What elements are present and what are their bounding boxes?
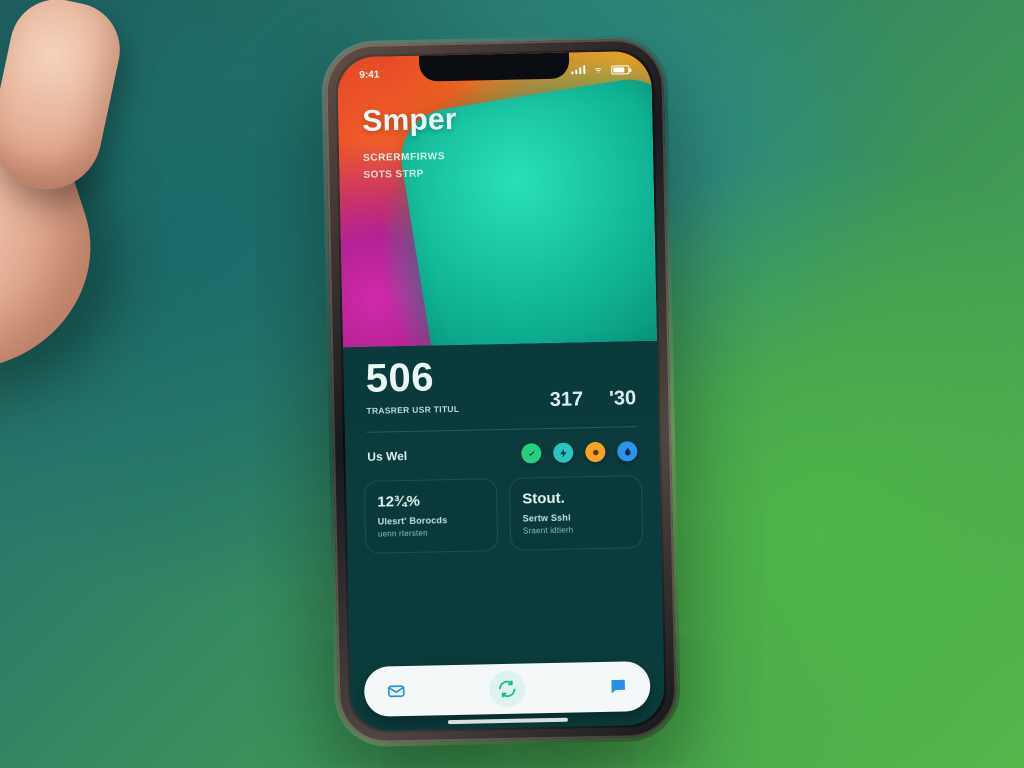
card-value: Stout. [522,488,629,507]
bottom-nav [364,661,651,717]
refresh-icon [496,678,518,700]
divider [367,426,637,433]
nav-mail-button[interactable] [378,673,415,710]
wifi-icon [591,65,605,75]
status-time: 9:41 [359,69,379,80]
coin-icon[interactable] [585,442,605,462]
app-subtitle-1: Scrermfirws [363,147,629,164]
phone-chassis: 9:41 Smper [325,39,678,744]
home-indicator[interactable] [448,718,568,725]
summary-card-2[interactable]: Stout. Sertw Sshl Sraent idtierh [509,475,643,551]
card-line1: Ulesrt' Borocds [378,514,485,526]
signal-icon [571,65,585,75]
drop-icon[interactable] [617,441,637,461]
battery-icon [611,65,629,74]
stat-primary[interactable]: 506 Trasrer usr Titul [365,355,459,416]
summary-cards: 12¾% Ulesrt' Borocds uenn rtersten Stout… [346,469,662,555]
stats-row: 506 Trasrer usr Titul 317 '30 [343,341,659,429]
stat-secondary-1[interactable]: 317 [550,388,584,412]
stat-secondary-2[interactable]: '30 [609,387,636,411]
check-icon[interactable] [521,443,541,463]
card-line2: uenn rtersten [378,527,485,538]
stat-primary-label: Trasrer usr Titul [366,404,459,416]
category-chips [521,441,637,463]
category-row-label: Us Wel [367,449,407,464]
summary-card-1[interactable]: 12¾% Ulesrt' Borocds uenn rtersten [364,478,498,554]
stat-primary-value: 506 [365,355,459,402]
nav-refresh-button[interactable] [489,671,526,708]
phone-screen: 9:41 Smper [337,51,665,731]
bolt-icon[interactable] [553,443,573,463]
chat-icon [608,676,628,696]
card-line1: Sertw Sshl [523,511,630,523]
card-line2: Sraent idtierh [523,524,630,535]
card-value: 12¾% [377,491,484,510]
app-title: Smper [362,99,629,139]
nav-chat-button[interactable] [600,668,637,705]
hero-card: Smper Scrermfirws SOTS STRP [337,51,657,348]
mail-icon [386,681,406,701]
